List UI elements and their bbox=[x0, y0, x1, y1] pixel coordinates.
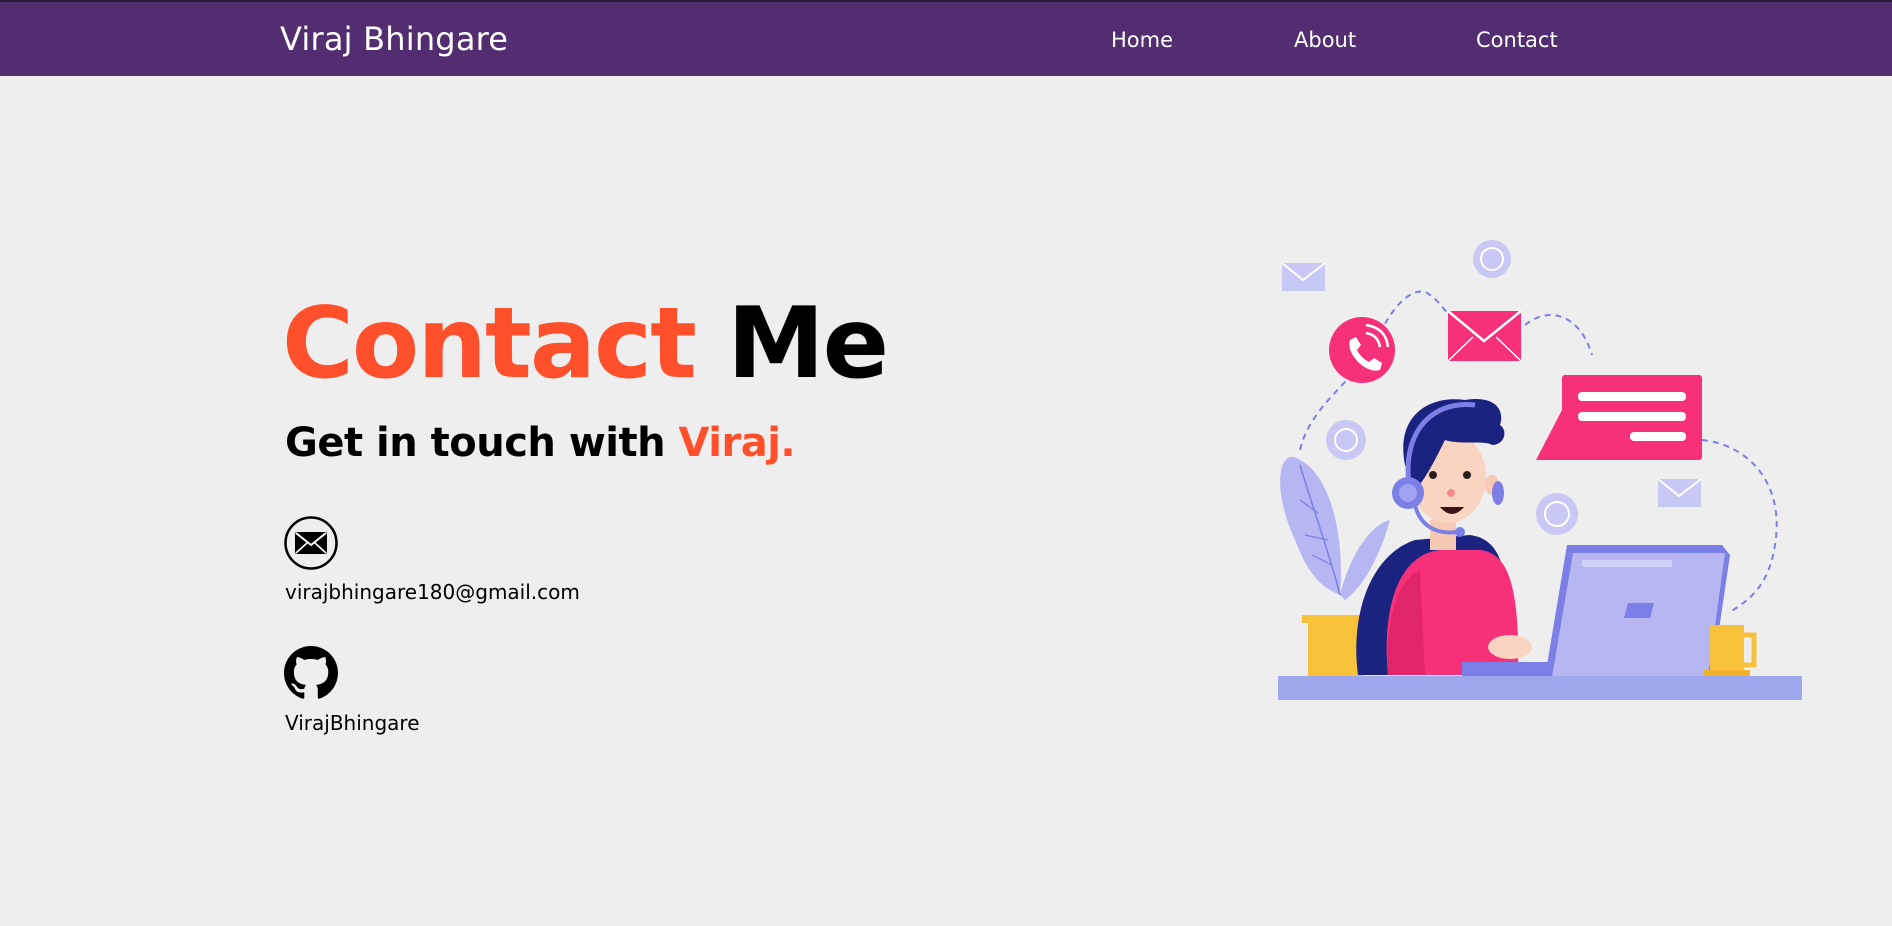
phone-icon-top bbox=[1473, 240, 1511, 278]
nav-about-link[interactable]: About bbox=[1294, 28, 1356, 52]
email-text[interactable]: virajbhingare180@gmail.com bbox=[285, 580, 580, 604]
envelope-icon-pink bbox=[1447, 310, 1522, 362]
nav-home-link[interactable]: Home bbox=[1111, 28, 1173, 52]
envelope-icon-small-left bbox=[1281, 262, 1326, 291]
envelope-icon[interactable] bbox=[284, 516, 338, 570]
brand-logo[interactable]: Viraj Bhingare bbox=[280, 20, 508, 58]
title-me: Me bbox=[727, 287, 889, 401]
title-contact: Contact bbox=[282, 287, 697, 401]
page-title: Contact Me bbox=[282, 284, 889, 404]
chat-bubble-icon bbox=[1536, 375, 1702, 460]
phone-icon-pink bbox=[1329, 317, 1395, 383]
customer-support-illustration bbox=[1278, 240, 1802, 700]
subtitle: Get in touch with Viraj. bbox=[285, 420, 796, 466]
navbar: Viraj Bhingare Home About Contact bbox=[0, 0, 1892, 76]
subtitle-text: Get in touch with bbox=[285, 420, 666, 466]
github-icon[interactable] bbox=[284, 646, 338, 700]
phone-icon-right bbox=[1536, 493, 1578, 535]
subtitle-name: Viraj. bbox=[678, 420, 796, 466]
mug bbox=[1704, 625, 1757, 678]
github-username[interactable]: VirajBhingare bbox=[285, 711, 420, 735]
nav-contact-link[interactable]: Contact bbox=[1476, 28, 1558, 52]
envelope-icon-small-right bbox=[1657, 478, 1702, 507]
phone-icon-left bbox=[1326, 420, 1366, 460]
